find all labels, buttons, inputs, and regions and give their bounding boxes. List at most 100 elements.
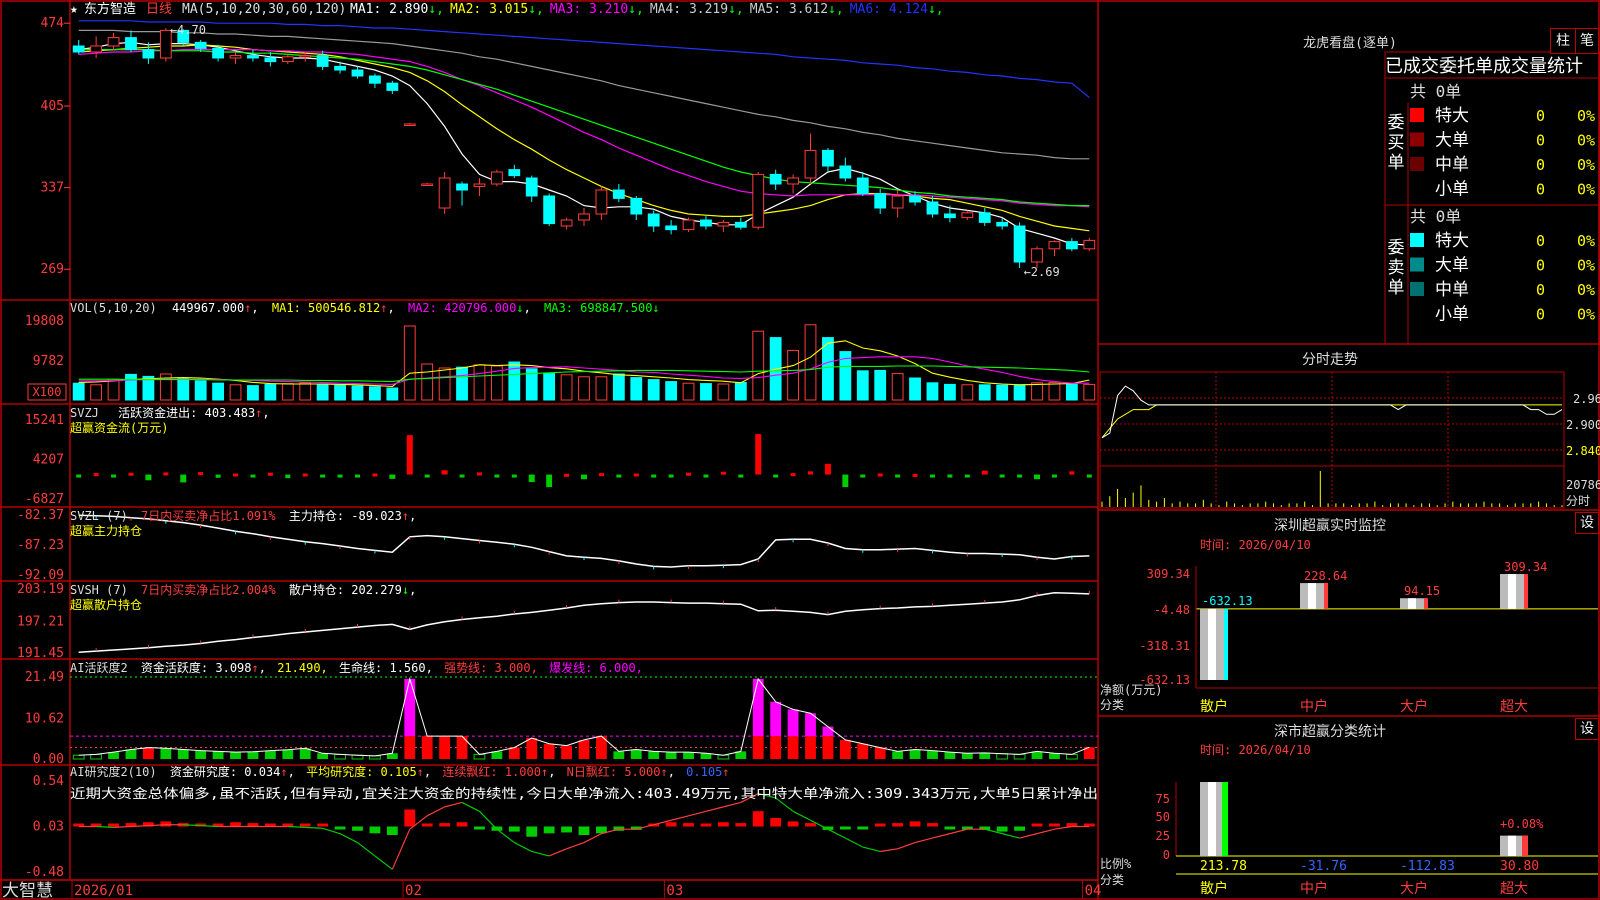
volume-bar[interactable] — [72, 382, 85, 401]
svzj-bar[interactable] — [703, 474, 709, 478]
research-bar[interactable] — [1014, 826, 1025, 831]
svzj-bar[interactable] — [302, 473, 308, 477]
chart-canvas[interactable]: 474405337269198089782X100152414207-6827-… — [0, 0, 1600, 900]
candle-body[interactable] — [630, 197, 643, 215]
candle-body[interactable] — [281, 56, 294, 63]
candle-body[interactable] — [595, 189, 608, 215]
activity-bar[interactable] — [857, 743, 869, 759]
volume-bar[interactable] — [874, 369, 887, 401]
candle-body[interactable] — [508, 169, 521, 177]
activity-bar[interactable] — [665, 752, 677, 759]
research-bar[interactable] — [404, 809, 416, 827]
candle-body[interactable] — [1083, 239, 1096, 250]
activity-bar[interactable] — [961, 753, 973, 759]
volume-bar[interactable] — [943, 383, 956, 401]
research-bar[interactable] — [839, 826, 851, 830]
svzj-bar[interactable] — [686, 472, 692, 476]
svzj-bar[interactable] — [668, 474, 674, 478]
activity-bar[interactable] — [927, 750, 938, 759]
candle-body[interactable] — [647, 213, 660, 227]
research-bar[interactable] — [683, 823, 694, 827]
activity-bar[interactable] — [369, 755, 381, 760]
activity-bar[interactable] — [805, 736, 816, 759]
candle-body[interactable] — [490, 171, 503, 185]
research-bar[interactable] — [944, 826, 956, 830]
volume-bar[interactable] — [996, 384, 1009, 401]
svzj-bar[interactable] — [773, 474, 779, 478]
volume-bar[interactable] — [177, 377, 190, 401]
svzj-bar[interactable] — [1086, 474, 1092, 478]
svzj-bar[interactable] — [842, 474, 849, 488]
volume-bar[interactable] — [804, 324, 817, 401]
activity-bar[interactable] — [630, 749, 642, 759]
volume-bar[interactable] — [1083, 383, 1096, 401]
svzj-bar[interactable] — [320, 474, 326, 478]
candle-body[interactable] — [1048, 241, 1061, 250]
activity-burst-bar[interactable] — [404, 678, 416, 737]
svzj-chart[interactable] — [76, 434, 1092, 488]
svzj-bar[interactable] — [755, 434, 762, 475]
ai-research-chart[interactable] — [73, 792, 1095, 870]
monitor-bar-大户[interactable] — [1400, 598, 1428, 609]
candle-body[interactable] — [229, 55, 242, 59]
volume-bar[interactable] — [787, 349, 799, 401]
research-bar[interactable] — [386, 826, 398, 836]
svzj-bar[interactable] — [616, 474, 622, 478]
monitor-settings-button[interactable]: 设 — [1575, 512, 1599, 534]
research-bar[interactable] — [456, 822, 468, 827]
activity-bar[interactable] — [230, 752, 241, 759]
svzj-bar[interactable] — [372, 473, 378, 477]
volume-bar[interactable] — [125, 373, 137, 401]
activity-burst-bar[interactable] — [752, 678, 764, 737]
candle-body[interactable] — [874, 193, 887, 209]
activity-bar[interactable] — [979, 752, 991, 759]
candle-body[interactable] — [107, 37, 120, 47]
volume-bar[interactable] — [281, 383, 294, 401]
volume-bar[interactable] — [90, 384, 103, 401]
activity-burst-bar[interactable] — [787, 709, 799, 737]
favorite-star-icon[interactable]: ★ — [70, 2, 78, 17]
research-bar[interactable] — [334, 826, 346, 830]
activity-bar[interactable] — [1049, 753, 1060, 759]
research-bar[interactable] — [665, 822, 677, 827]
volume-bar[interactable] — [700, 383, 712, 401]
activity-bar[interactable] — [892, 751, 904, 759]
research-bar[interactable] — [770, 818, 782, 827]
candle-body[interactable] — [961, 212, 974, 219]
volume-bar[interactable] — [334, 384, 346, 401]
svzj-bar[interactable] — [633, 473, 639, 477]
activity-bar[interactable] — [72, 754, 85, 760]
volume-bar[interactable] — [909, 377, 921, 401]
volume-bar[interactable] — [665, 381, 678, 401]
research-bar[interactable] — [508, 826, 520, 832]
volume-bar[interactable] — [351, 385, 364, 401]
svzj-bar[interactable] — [598, 473, 604, 477]
research-bar[interactable] — [230, 822, 241, 827]
svzj-bar[interactable] — [860, 474, 866, 478]
activity-bar[interactable] — [839, 739, 851, 759]
candle-body[interactable] — [700, 219, 712, 227]
svzj-bar[interactable] — [511, 474, 517, 478]
monitor-bar-中户[interactable] — [1300, 583, 1328, 609]
svzj-bar[interactable] — [285, 474, 291, 479]
candle-body[interactable] — [386, 82, 399, 91]
candle-body[interactable] — [212, 47, 225, 59]
candle-body[interactable] — [438, 177, 451, 209]
activity-bar[interactable] — [944, 752, 956, 759]
activity-bar[interactable] — [526, 738, 538, 759]
activity-bar[interactable] — [909, 749, 921, 759]
research-bar[interactable] — [561, 826, 572, 833]
candle-body[interactable] — [665, 225, 678, 231]
candle-body[interactable] — [125, 37, 137, 51]
research-bar[interactable] — [352, 826, 363, 831]
svzj-bar[interactable] — [128, 472, 134, 476]
candle-body[interactable] — [839, 165, 852, 179]
candle-body[interactable] — [72, 45, 85, 53]
activity-bar[interactable] — [874, 747, 886, 759]
activity-bar[interactable] — [543, 743, 555, 759]
candle-body[interactable] — [421, 183, 434, 186]
candle-body[interactable] — [334, 65, 346, 71]
candle-body[interactable] — [612, 189, 625, 199]
svzj-bar[interactable] — [651, 474, 657, 478]
svzj-bar[interactable] — [250, 474, 256, 478]
